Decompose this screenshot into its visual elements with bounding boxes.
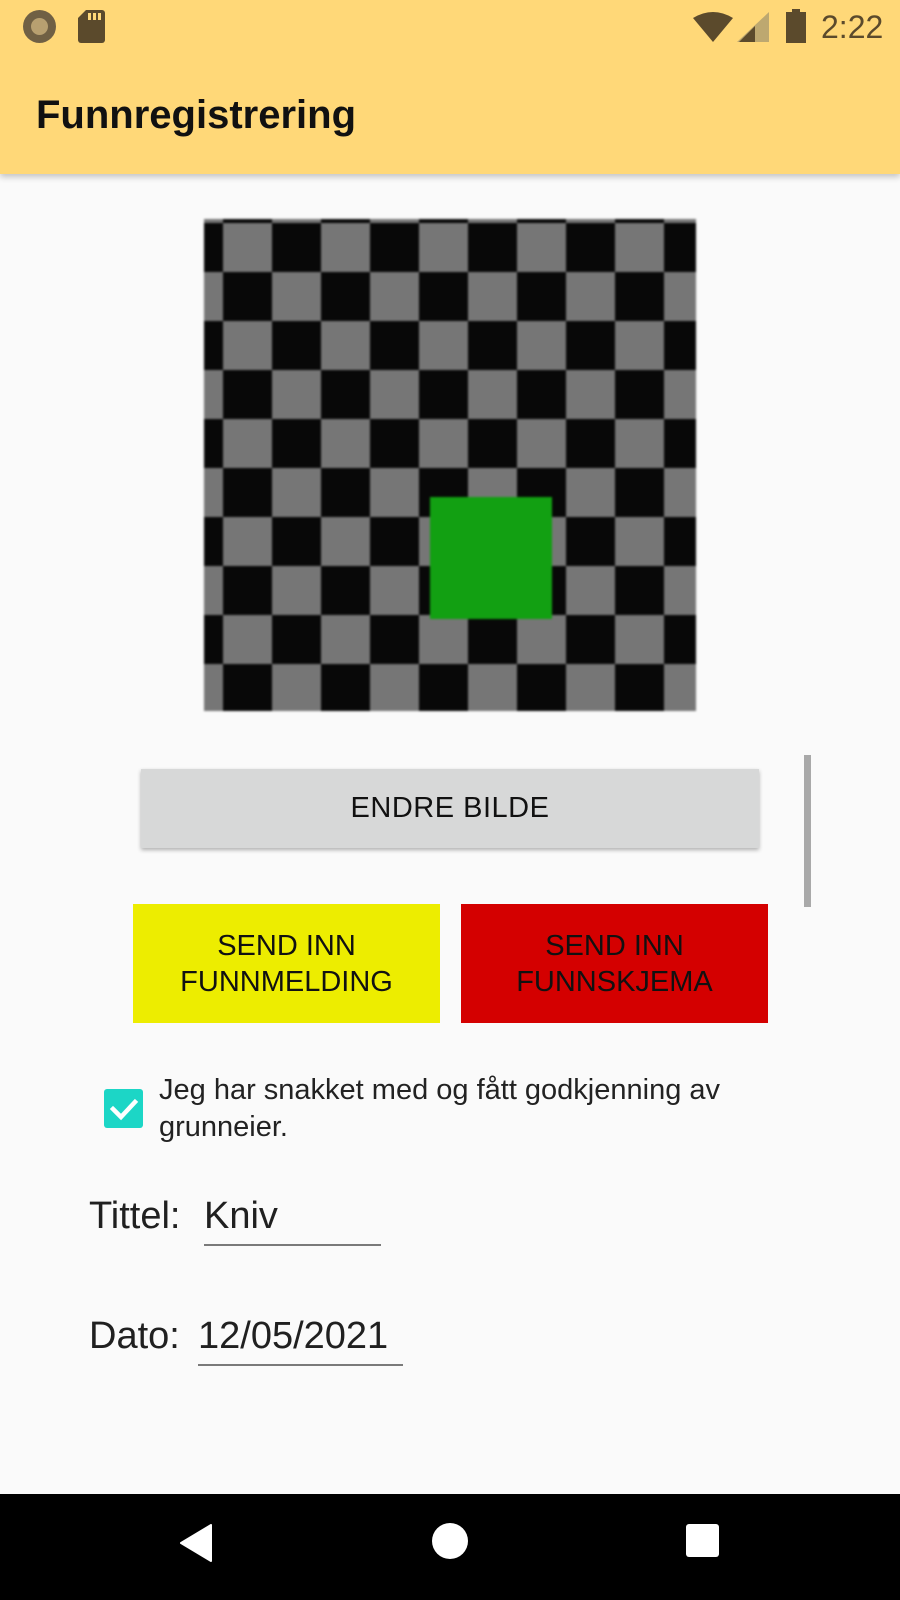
- wifi-icon: [693, 12, 733, 42]
- sd-card-icon: [78, 10, 105, 43]
- photo-green-square: [430, 497, 552, 619]
- back-icon[interactable]: [180, 1524, 212, 1562]
- system-nav-bar: [0, 1494, 900, 1600]
- scrollbar-thumb[interactable]: [804, 755, 811, 907]
- send-find-report-label-line1: SEND INN: [217, 929, 356, 962]
- send-find-report-button[interactable]: SEND INN FUNNMELDING: [133, 904, 440, 1023]
- page-title: Funnregistrering: [36, 93, 357, 137]
- find-photo: [204, 219, 696, 711]
- title-label: Tittel:: [89, 1195, 181, 1237]
- title-input[interactable]: Kniv: [204, 1195, 381, 1246]
- change-image-button[interactable]: ENDRE BILDE: [141, 769, 759, 848]
- date-input[interactable]: 12/05/2021: [198, 1315, 403, 1366]
- landowner-consent-checkbox[interactable]: [104, 1089, 143, 1128]
- home-icon[interactable]: [432, 1523, 468, 1559]
- notification-dot-icon: [23, 10, 56, 43]
- status-time: 2:22: [821, 9, 884, 45]
- landowner-consent-label: Jeg har snakket med og fått godkjenning …: [159, 1074, 721, 1143]
- signal-icon: [737, 12, 769, 42]
- checkmark-icon: [109, 1098, 138, 1120]
- battery-icon: [786, 9, 806, 43]
- date-label: Dato:: [89, 1315, 180, 1357]
- send-find-report-label-line2: FUNNMELDING: [180, 965, 393, 998]
- app-bar: 2:22 Funnregistrering: [0, 0, 900, 174]
- send-find-form-label-line2: FUNNSKJEMA: [516, 965, 713, 998]
- send-find-form-button[interactable]: SEND INN FUNNSKJEMA: [461, 904, 768, 1023]
- recents-icon[interactable]: [686, 1524, 719, 1557]
- send-find-form-label-line1: SEND INN: [545, 929, 684, 962]
